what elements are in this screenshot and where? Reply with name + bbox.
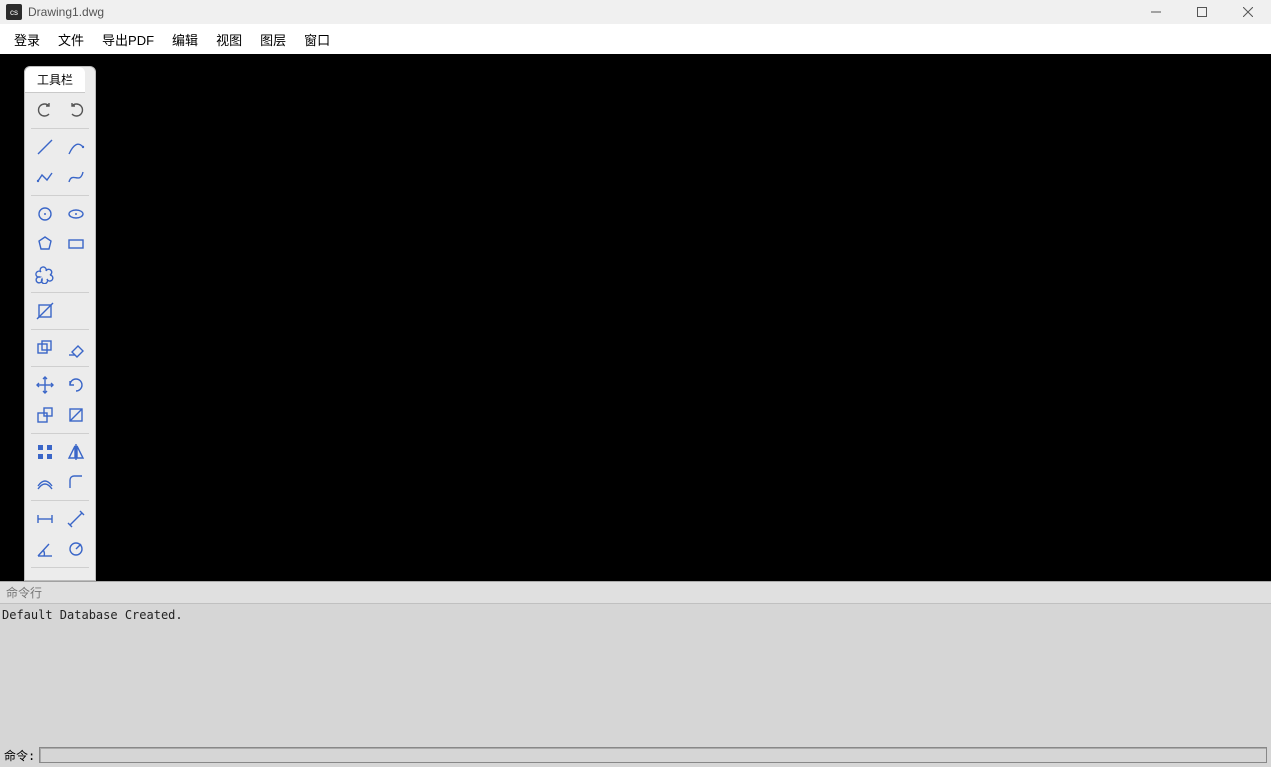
command-log: Default Database Created.: [0, 604, 1271, 745]
scale-tool[interactable]: [30, 401, 59, 429]
fillet-tool[interactable]: [61, 468, 90, 496]
cloud-icon: [35, 264, 55, 284]
offset-tool[interactable]: [30, 468, 59, 496]
drawing-canvas[interactable]: 工具栏: [0, 54, 1271, 581]
rectangle-tool[interactable]: [61, 230, 90, 258]
menu-layer[interactable]: 图层: [260, 30, 286, 49]
maximize-button[interactable]: [1179, 0, 1225, 24]
menu-bar: 登录 文件 导出PDF 编辑 视图 图层 窗口: [0, 24, 1271, 54]
line-icon: [35, 137, 55, 157]
radius-dimension-tool[interactable]: [61, 535, 90, 563]
polygon-tool[interactable]: [30, 230, 59, 258]
menu-export-pdf[interactable]: 导出PDF: [102, 30, 154, 49]
stretch-tool[interactable]: [61, 401, 90, 429]
command-panel-header: 命令行: [0, 582, 1271, 604]
aligned-dimension-tool[interactable]: [61, 505, 90, 533]
minimize-icon: [1151, 7, 1161, 17]
copy-icon: [35, 338, 55, 358]
linear-dim-icon: [35, 509, 55, 529]
toolbox-body: A: [25, 93, 95, 580]
mirror-tool[interactable]: [61, 438, 90, 466]
redo-icon: [66, 100, 86, 120]
command-panel-title: 命令行: [6, 584, 42, 601]
command-input-row: 命令:: [0, 745, 1271, 767]
close-button[interactable]: [1225, 0, 1271, 24]
command-input[interactable]: [39, 747, 1267, 763]
erase-icon: [66, 338, 86, 358]
angular-dimension-tool[interactable]: [30, 535, 59, 563]
window-title: Drawing1.dwg: [28, 5, 104, 19]
toolbox-title: 工具栏: [37, 71, 73, 88]
spline-tool[interactable]: [61, 163, 90, 191]
array-icon: [35, 442, 55, 462]
menu-login[interactable]: 登录: [14, 30, 40, 49]
polygon-icon: [35, 234, 55, 254]
minimize-button[interactable]: [1133, 0, 1179, 24]
close-icon: [1243, 7, 1253, 17]
scale-icon: [35, 405, 55, 425]
aligned-dim-icon: [66, 509, 86, 529]
menu-window[interactable]: 窗口: [304, 30, 330, 49]
undo-button[interactable]: [30, 96, 59, 124]
arc-tool[interactable]: [61, 133, 90, 161]
array-tool[interactable]: [30, 438, 59, 466]
mirror-icon: [66, 442, 86, 462]
toolbox-panel: 工具栏: [24, 66, 96, 581]
rotate-tool[interactable]: [61, 371, 90, 399]
trim-icon: [35, 301, 55, 321]
toolbox-tab[interactable]: 工具栏: [25, 67, 85, 93]
move-tool[interactable]: [30, 371, 59, 399]
linear-dimension-tool[interactable]: [30, 505, 59, 533]
command-panel: 命令行 Default Database Created. 命令:: [0, 581, 1271, 767]
spline-icon: [66, 167, 86, 187]
polyline-tool[interactable]: [30, 163, 59, 191]
erase-tool[interactable]: [61, 334, 90, 362]
circle-icon: [35, 204, 55, 224]
undo-icon: [35, 100, 55, 120]
trim-tool[interactable]: [30, 297, 59, 325]
radius-dim-icon: [66, 539, 86, 559]
menu-file[interactable]: 文件: [58, 30, 84, 49]
ellipse-tool[interactable]: [61, 200, 90, 228]
offset-icon: [35, 472, 55, 492]
title-bar: cs Drawing1.dwg: [0, 0, 1271, 24]
rectangle-icon: [66, 234, 86, 254]
rotate-icon: [66, 375, 86, 395]
stretch-icon: [66, 405, 86, 425]
line-tool[interactable]: [30, 133, 59, 161]
text-tool[interactable]: A: [30, 572, 60, 580]
copy-tool[interactable]: [30, 334, 59, 362]
move-icon: [35, 375, 55, 395]
app-icon: cs: [6, 4, 22, 20]
fillet-icon: [66, 472, 86, 492]
menu-edit[interactable]: 编辑: [172, 30, 198, 49]
command-prompt-label: 命令:: [4, 747, 35, 764]
ellipse-icon: [66, 204, 86, 224]
menu-view[interactable]: 视图: [216, 30, 242, 49]
text-icon: A: [35, 576, 55, 580]
maximize-icon: [1197, 7, 1207, 17]
redo-button[interactable]: [61, 96, 90, 124]
svg-text:A: A: [39, 578, 49, 580]
app-icon-text: cs: [10, 8, 18, 17]
polyline-icon: [35, 167, 55, 187]
angular-dim-icon: [35, 539, 55, 559]
circle-tool[interactable]: [30, 200, 59, 228]
arc-icon: [66, 137, 86, 157]
revcloud-tool[interactable]: [30, 260, 59, 288]
